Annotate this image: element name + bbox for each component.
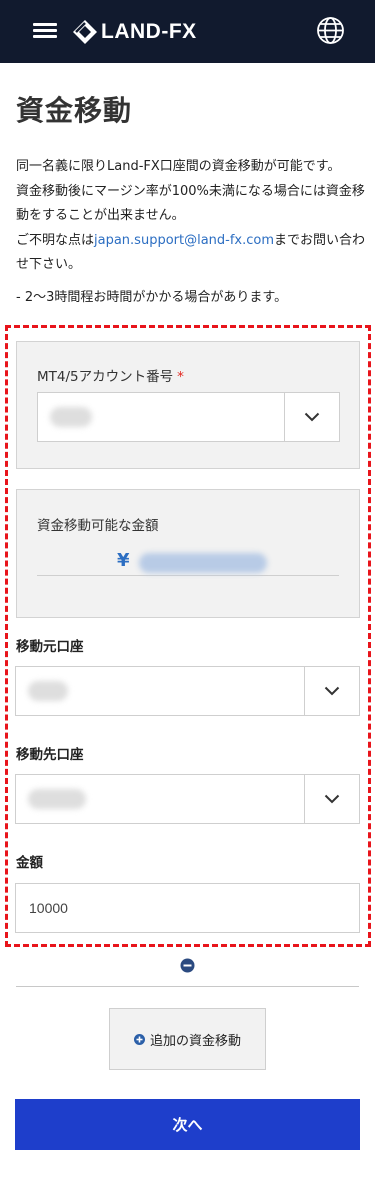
select-divider xyxy=(284,393,285,441)
chevron-down-icon xyxy=(324,794,340,804)
account-number-label: MT4/5アカウント番号 * xyxy=(37,365,184,385)
land-fx-logo[interactable]: LAND-FX xyxy=(72,16,197,48)
chevron-down-icon xyxy=(324,686,340,696)
amount-label: 金額 xyxy=(16,855,43,871)
page-title: 資金移動 xyxy=(16,94,133,127)
available-amount-row: ¥ xyxy=(37,550,339,576)
chevron-down-icon xyxy=(304,412,320,422)
support-email-link[interactable]: japan.support@land-fx.com xyxy=(94,233,274,248)
intro-line: 同一名義に限りLand-FX口座間の資金移動が可能です。 xyxy=(16,159,341,174)
to-account-select[interactable] xyxy=(15,774,360,824)
intro-text: 同一名義に限りLand-FX口座間の資金移動が可能です。 資金移動後にマージン率… xyxy=(16,155,366,278)
intro-line: 資金移動後にマージン率が100%未満になる場合には資金移動をすることが出来ません… xyxy=(16,183,365,224)
next-button[interactable]: 次へ xyxy=(15,1099,360,1150)
processing-time-note: - 2〜3時間程お時間がかかる場合があります。 xyxy=(16,290,288,305)
yen-symbol: ¥ xyxy=(117,550,130,571)
account-number-value xyxy=(50,407,92,427)
plus-circle-icon xyxy=(133,1033,145,1045)
to-account-value xyxy=(28,789,86,809)
globe-icon[interactable] xyxy=(316,16,345,45)
required-mark: * xyxy=(177,369,184,385)
add-transfer-label: 追加の資金移動 xyxy=(149,1033,241,1049)
available-amount-label: 資金移動可能な金額 xyxy=(37,518,159,534)
from-account-select[interactable] xyxy=(15,666,360,716)
logo-diamond-icon xyxy=(73,20,97,44)
divider-line xyxy=(16,986,359,987)
account-number-label-text: MT4/5アカウント番号 xyxy=(37,369,174,385)
logo-text: LAND-FX xyxy=(101,20,197,43)
minus-circle-icon[interactable] xyxy=(180,958,195,973)
available-amount-panel: 資金移動可能な金額 ¥ xyxy=(16,489,360,618)
top-header: LAND-FX xyxy=(0,0,375,63)
intro-line: ご不明な点はjapan.support@land-fx.comまでお問い合わせ下… xyxy=(16,229,366,278)
amount-input[interactable] xyxy=(15,883,360,933)
hamburger-menu-icon[interactable] xyxy=(33,20,57,42)
add-transfer-button[interactable]: 追加の資金移動 xyxy=(109,1008,266,1070)
account-number-select[interactable] xyxy=(37,392,340,442)
from-account-value xyxy=(28,681,68,701)
intro-text-before-email: ご不明な点は xyxy=(16,232,95,248)
select-divider xyxy=(304,775,305,823)
available-amount-value xyxy=(139,553,267,573)
from-account-label: 移動元口座 xyxy=(16,639,84,655)
to-account-label: 移動先口座 xyxy=(16,747,84,763)
select-divider xyxy=(304,667,305,715)
account-number-panel: MT4/5アカウント番号 * xyxy=(16,341,360,469)
